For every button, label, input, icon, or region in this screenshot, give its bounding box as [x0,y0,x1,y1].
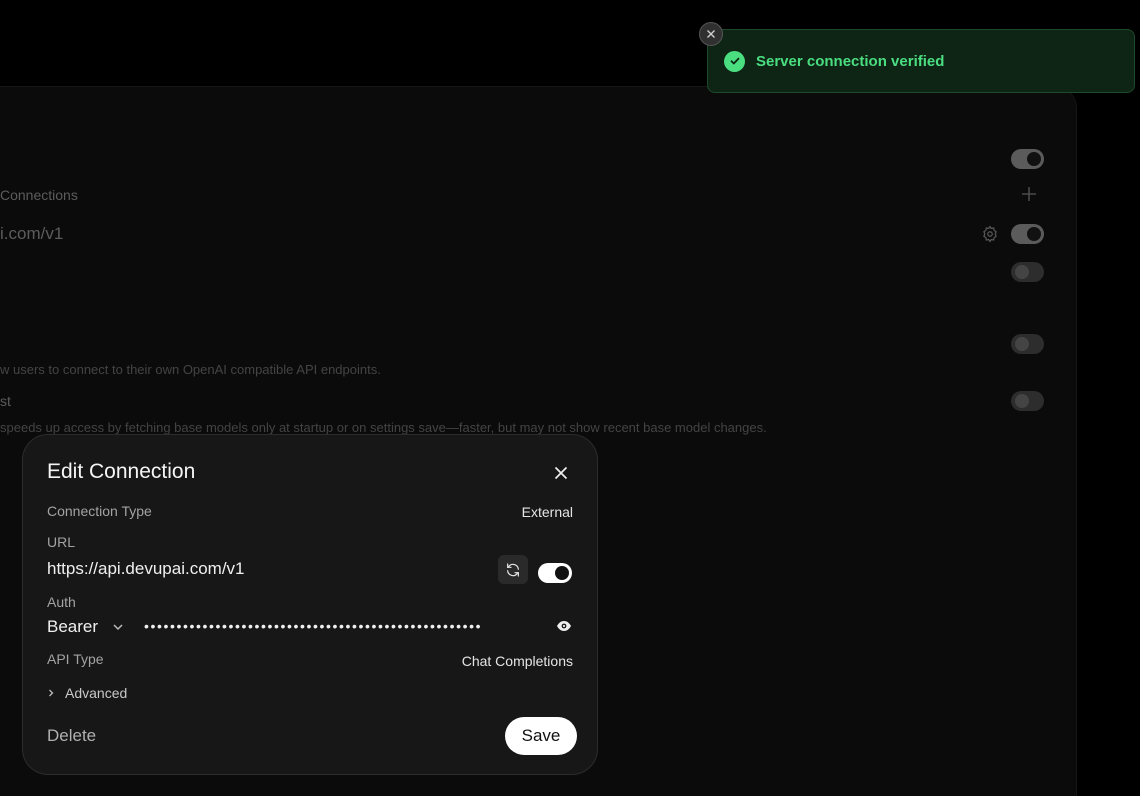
modal-close-button[interactable] [550,462,572,484]
direct-connections-description: w users to connect to their own OpenAI c… [0,362,381,377]
auth-type-select[interactable]: Bearer [47,617,124,637]
connection-url: i.com/v1 [0,224,64,243]
chevron-right-icon [49,689,54,697]
ollama-toggle[interactable] [1011,262,1044,282]
api-type-toggle[interactable]: Chat Completions [462,653,573,669]
close-icon [707,30,715,38]
api-key-input[interactable]: ••••••••••••••••••••••••••••••••••••••••… [144,618,548,634]
modal-title: Edit Connection [47,460,196,483]
toast-message: Server connection verified [756,52,945,70]
cache-models-label: st [0,393,11,409]
close-icon [554,466,568,480]
api-type-label: API Type [47,651,104,667]
cache-models-description: speeds up access by fetching base models… [0,420,767,435]
direct-connections-toggle[interactable] [1011,334,1044,354]
delete-button[interactable]: Delete [47,726,96,746]
eye-icon [557,621,571,631]
connection-enabled-toggle[interactable] [538,563,572,583]
connection-type-toggle[interactable]: External [522,504,573,520]
save-button[interactable]: Save [505,717,577,755]
auth-type-value: Bearer [47,617,99,636]
advanced-label: Advanced [65,685,128,701]
show-key-button[interactable] [554,616,574,636]
refresh-icon [507,562,519,577]
edit-connection-modal: Edit Connection Connection Type External… [22,434,598,775]
toast-close-button[interactable] [699,22,723,46]
gear-icon[interactable] [981,225,999,248]
cache-models-toggle[interactable] [1011,391,1044,411]
auth-label: Auth [47,594,76,610]
chevron-down-icon [113,624,123,631]
connection-type-label: Connection Type [47,503,152,519]
url-input[interactable]: https://api.devupai.com/v1 [47,559,245,579]
toast-notification: Server connection verified [707,29,1135,93]
connection-enable-toggle[interactable] [1011,224,1044,244]
add-connection-icon[interactable] [1020,185,1038,208]
connections-section-label: Connections [0,187,78,203]
enable-openai-toggle[interactable] [1011,149,1044,169]
verify-connection-button[interactable] [498,555,528,584]
advanced-toggle[interactable]: Advanced [47,685,127,701]
check-circle-icon [724,50,745,72]
url-label: URL [47,534,76,550]
